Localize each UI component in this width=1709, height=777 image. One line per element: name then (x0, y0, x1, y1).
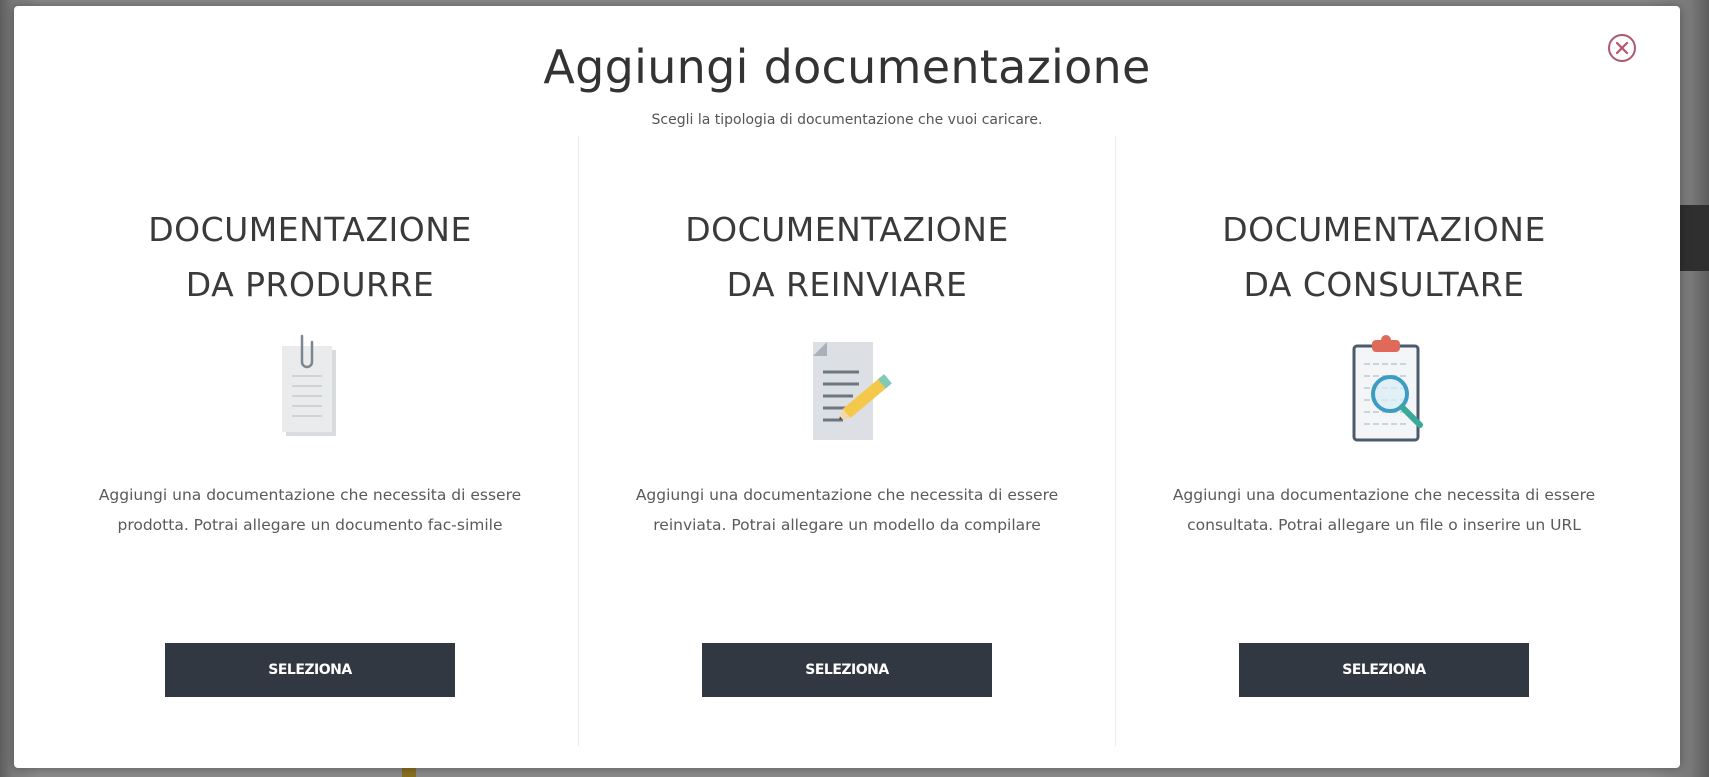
option-title-line2: DA PRODURRE (185, 265, 435, 304)
option-title: DOCUMENTAZIONE DA PRODURRE (42, 202, 578, 312)
option-produrre: DOCUMENTAZIONE DA PRODURRE Aggiungi una … (42, 136, 578, 746)
modal-subtitle: Scegli la tipologia di documentazione ch… (651, 112, 1043, 128)
option-consultare: DOCUMENTAZIONE DA CONSULTARE Aggiungi un… (1115, 136, 1652, 746)
add-documentation-modal: Aggiungi documentazione Scegli la tipolo… (14, 6, 1680, 768)
option-title-line2: DA CONSULTARE (1243, 265, 1525, 304)
option-title-line1: DOCUMENTAZIONE (148, 210, 472, 249)
option-title-line1: DOCUMENTAZIONE (1222, 210, 1546, 249)
option-description: Aggiungi una documentazione che necessit… (98, 486, 522, 534)
modal-title: Aggiungi documentazione (543, 40, 1151, 94)
option-reinviare: DOCUMENTAZIONE DA REINVIARE Aggiungi una (578, 136, 1115, 746)
background-page-element (1679, 205, 1709, 271)
option-title: DOCUMENTAZIONE DA REINVIARE (579, 202, 1115, 312)
clipboard-search-icon (1352, 335, 1423, 442)
option-description: Aggiungi una documentazione che necessit… (635, 486, 1059, 534)
option-title: DOCUMENTAZIONE DA CONSULTARE (1116, 202, 1652, 312)
documentation-options: DOCUMENTAZIONE DA PRODURRE Aggiungi una … (42, 136, 1652, 746)
document-pencil-icon (813, 342, 892, 440)
select-reinviare-button[interactable]: SELEZIONA (702, 643, 992, 697)
paperclip-document-icon (282, 334, 336, 436)
option-description: Aggiungi una documentazione che necessit… (1172, 486, 1596, 534)
option-title-line1: DOCUMENTAZIONE (685, 210, 1009, 249)
background-page-element (402, 767, 416, 777)
select-consultare-button[interactable]: SELEZIONA (1239, 643, 1529, 697)
select-produrre-button[interactable]: SELEZIONA (165, 643, 455, 697)
option-title-line2: DA REINVIARE (726, 265, 968, 304)
